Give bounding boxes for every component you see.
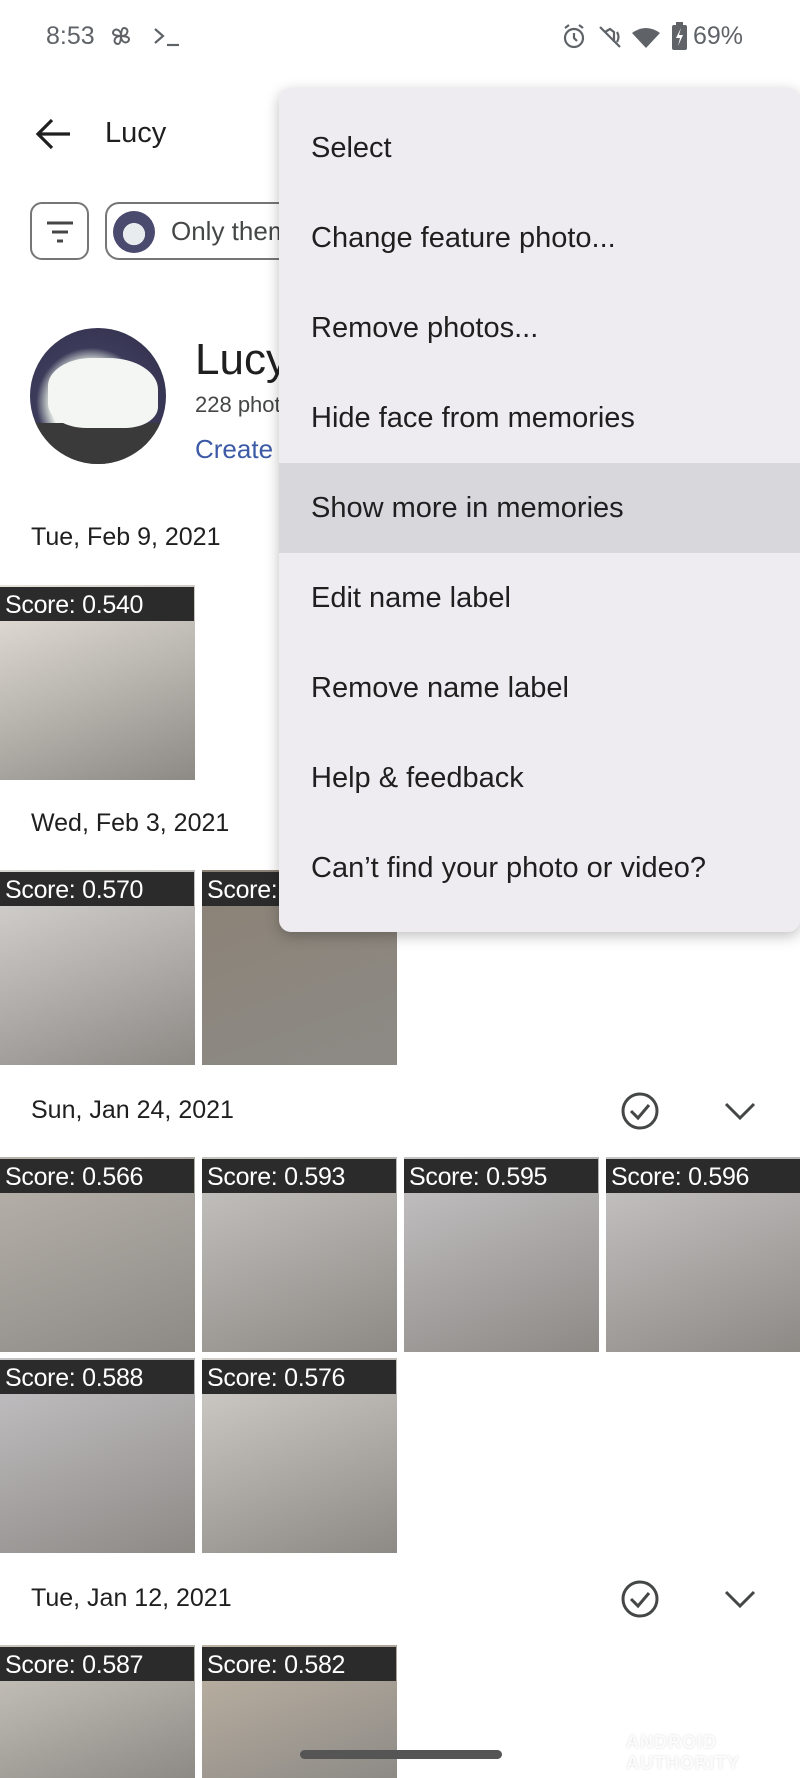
score-label: Score: 0.588 — [0, 1360, 194, 1394]
watermark: ANDROID AUTHORITY — [626, 1732, 740, 1773]
menu-item-hide-face[interactable]: Hide face from memories — [279, 373, 800, 463]
vibrate-off-icon — [599, 26, 621, 48]
chip-avatar — [113, 211, 155, 253]
chip-label: Only them — [171, 216, 290, 246]
photo-tile[interactable]: Score: 0.595 — [404, 1157, 599, 1352]
photo-tile[interactable]: Score: 0.540 — [0, 585, 195, 780]
battery-charging-icon — [672, 22, 687, 50]
photo-tile[interactable]: Score: 0.570 — [0, 870, 195, 1065]
avatar-dog — [48, 358, 158, 428]
person-avatar[interactable] — [30, 328, 166, 464]
section-date: Tue, Jan 12, 2021 — [31, 1584, 232, 1612]
photo-tile[interactable]: Score: 0.576 — [202, 1358, 397, 1553]
check-circle-icon[interactable] — [620, 1579, 660, 1619]
menu-item-edit-name-label[interactable]: Edit name label — [279, 553, 800, 643]
status-bar: 8:53 69% — [0, 0, 800, 76]
score-label: Score: 0.593 — [202, 1159, 396, 1193]
wifi-icon — [632, 28, 660, 48]
photo-tile[interactable]: Score: 0.587 — [0, 1645, 195, 1778]
create-link[interactable]: Create — [195, 434, 273, 465]
person-name[interactable]: Lucy — [195, 335, 288, 385]
score-label: Score: 0.582 — [202, 1647, 396, 1681]
section-date: Sun, Jan 24, 2021 — [31, 1096, 234, 1124]
menu-item-change-feature-photo[interactable]: Change feature photo... — [279, 193, 800, 283]
status-time: 8:53 — [46, 22, 95, 50]
chevron-down-icon[interactable] — [723, 1588, 757, 1610]
page-title: Lucy — [105, 117, 167, 149]
score-label: Score: 0.595 — [404, 1159, 598, 1193]
score-label: Score: 0.587 — [0, 1647, 194, 1681]
filter-button[interactable] — [30, 202, 89, 260]
chevron-down-icon[interactable] — [723, 1100, 757, 1122]
score-label: Score: 0.596 — [606, 1159, 800, 1193]
battery-percent: 69% — [693, 22, 744, 50]
section-date: Wed, Feb 3, 2021 — [31, 809, 230, 837]
menu-item-cant-find[interactable]: Can’t find your photo or video? — [279, 823, 800, 913]
score-label: Score: 0.570 — [0, 872, 194, 906]
photo-tile[interactable]: Score: 0.566 — [0, 1157, 195, 1352]
menu-item-show-more[interactable]: Show more in memories — [279, 463, 800, 553]
score-label: Score: 0.576 — [202, 1360, 396, 1394]
terminal-icon — [154, 28, 179, 47]
section-date: Tue, Feb 9, 2021 — [31, 523, 221, 551]
avatar-floor — [30, 423, 166, 464]
alarm-icon — [563, 24, 585, 49]
menu-item-remove-name-label[interactable]: Remove name label — [279, 643, 800, 733]
check-circle-icon[interactable] — [620, 1091, 660, 1131]
gesture-home-bar[interactable] — [300, 1750, 502, 1759]
pinwheel-icon — [111, 26, 131, 46]
filter-list-icon — [47, 221, 73, 243]
photo-tile[interactable]: Score: 0.593 — [202, 1157, 397, 1352]
photo-tile[interactable]: Score: 0.588 — [0, 1358, 195, 1553]
menu-item-remove-photos[interactable]: Remove photos... — [279, 283, 800, 373]
score-label: Score: 0.540 — [0, 587, 194, 621]
score-label: Score: 0.566 — [0, 1159, 194, 1193]
arrow-back-icon[interactable] — [34, 116, 74, 152]
photo-tile[interactable]: Score: 0.596 — [606, 1157, 800, 1352]
overflow-menu: Select Change feature photo... Remove ph… — [279, 88, 800, 932]
menu-item-help-feedback[interactable]: Help & feedback — [279, 733, 800, 823]
menu-item-select[interactable]: Select — [279, 103, 800, 193]
